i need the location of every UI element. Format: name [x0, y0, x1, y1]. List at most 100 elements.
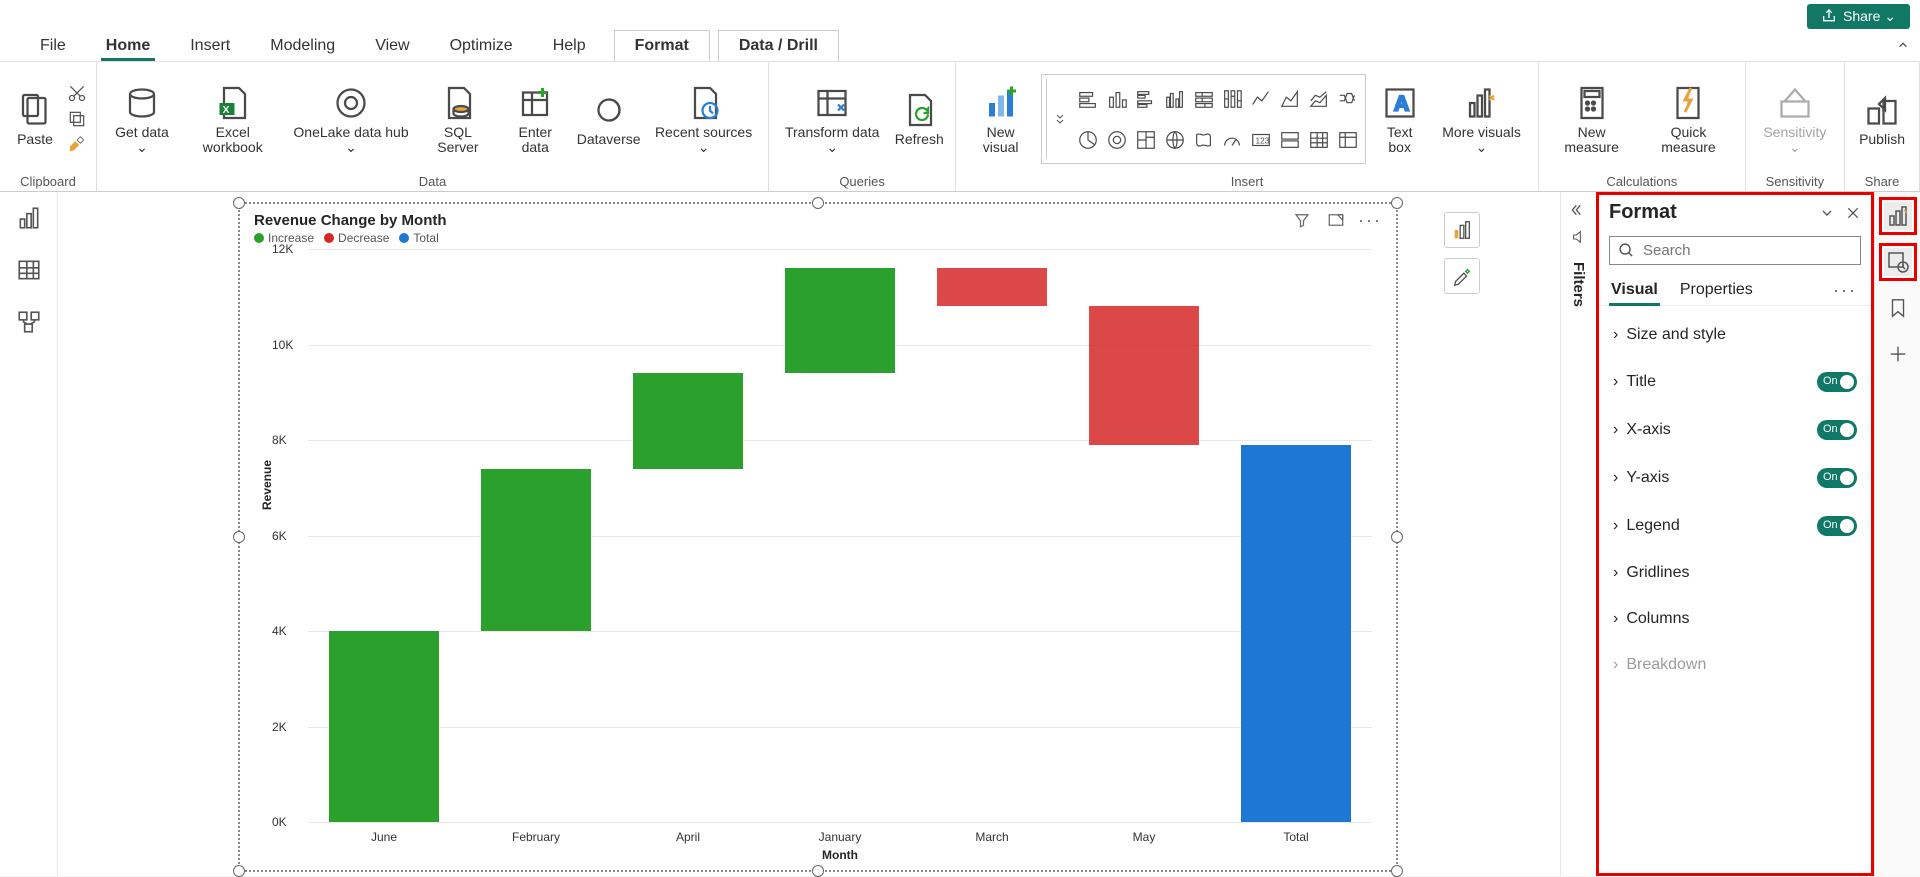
viz-stacked-column-icon[interactable]: [1104, 79, 1131, 118]
viz-100-stacked-bar-icon[interactable]: [1190, 79, 1217, 118]
sensitivity-icon: [1775, 83, 1815, 123]
new-visual-button[interactable]: New visual: [964, 79, 1037, 160]
section-y-axis[interactable]: ›Y-axisOn: [1599, 454, 1871, 502]
format-tabs-more-icon[interactable]: ···: [1833, 280, 1861, 301]
quick-measure-button[interactable]: Quick measure: [1640, 79, 1736, 160]
viz-card-icon[interactable]: 123: [1248, 120, 1275, 159]
viz-gallery-more-icon[interactable]: [1046, 79, 1073, 159]
sql-server-button[interactable]: SQL Server: [419, 79, 496, 160]
tab-data-drill-context[interactable]: Data / Drill: [718, 30, 839, 61]
section-legend[interactable]: ›LegendOn: [1599, 502, 1871, 550]
dataverse-button[interactable]: Dataverse: [574, 86, 643, 151]
right-rail: [1874, 192, 1920, 876]
new-measure-button[interactable]: New measure: [1547, 79, 1636, 160]
visual-more-options-icon[interactable]: ···: [1360, 210, 1380, 230]
tab-file[interactable]: File: [20, 31, 86, 61]
viz-ribbon-icon[interactable]: [1334, 79, 1361, 118]
chart-plot-area: Revenue Month 0K2K4K6K8K10K12KJuneFebrua…: [308, 249, 1372, 822]
tab-optimize[interactable]: Optimize: [430, 31, 533, 61]
model-view-icon[interactable]: [15, 308, 43, 336]
refresh-button[interactable]: Refresh: [891, 86, 947, 151]
viz-stacked-bar-icon[interactable]: [1075, 79, 1102, 118]
format-pane-expand-icon[interactable]: [1819, 205, 1835, 221]
format-pane-close-icon[interactable]: [1845, 205, 1861, 221]
x-axis-label: Month: [822, 848, 858, 862]
get-data-button[interactable]: Get data ⌄: [105, 79, 179, 160]
viz-gauge-icon[interactable]: [1219, 120, 1246, 159]
tab-insert[interactable]: Insert: [170, 31, 250, 61]
text-box-button[interactable]: AText box: [1370, 79, 1429, 160]
cut-icon[interactable]: [66, 82, 88, 104]
tab-modeling[interactable]: Modeling: [250, 31, 355, 61]
format-search-input[interactable]: [1643, 242, 1852, 259]
chevron-right-icon: ›: [1613, 326, 1618, 344]
viz-area-icon[interactable]: [1277, 79, 1304, 118]
chevron-right-icon: ›: [1613, 373, 1618, 391]
chevron-right-icon: ›: [1613, 517, 1618, 535]
viz-clustered-column-icon[interactable]: [1161, 79, 1188, 118]
legend-toggle[interactable]: On: [1817, 516, 1857, 536]
enter-data-button[interactable]: Enter data: [500, 79, 570, 160]
collapse-ribbon-icon[interactable]: [1896, 38, 1910, 55]
viz-stacked-area-icon[interactable]: [1306, 79, 1333, 118]
clipboard-group-label: Clipboard: [8, 172, 88, 191]
refresh-icon: [899, 90, 939, 130]
viz-100-stacked-column-icon[interactable]: [1219, 79, 1246, 118]
viz-filled-map-icon[interactable]: [1190, 120, 1217, 159]
bookmarks-pane-icon[interactable]: [1884, 294, 1912, 322]
recent-sources-button[interactable]: Recent sources ⌄: [647, 79, 760, 160]
onelake-button[interactable]: OneLake data hub ⌄: [287, 79, 416, 160]
excel-workbook-button[interactable]: XExcel workbook: [183, 79, 283, 160]
canvas[interactable]: ··· Revenue Change by Month IncreaseDecr…: [58, 192, 1560, 876]
report-view-icon[interactable]: [15, 204, 43, 232]
dataverse-icon: [589, 90, 629, 130]
section-columns[interactable]: ›Columns: [1599, 596, 1871, 642]
search-icon: [1618, 242, 1635, 259]
tab-help[interactable]: Help: [533, 31, 606, 61]
viz-clustered-bar-icon[interactable]: [1133, 79, 1160, 118]
queries-group-label: Queries: [777, 172, 947, 191]
visualizations-pane-icon[interactable]: [1884, 202, 1912, 230]
focus-mode-icon[interactable]: [1326, 210, 1346, 230]
format-tab-visual[interactable]: Visual: [1609, 275, 1660, 305]
tab-format-context[interactable]: Format: [614, 30, 710, 61]
viz-matrix-icon[interactable]: [1334, 120, 1361, 159]
viz-treemap-icon[interactable]: [1133, 120, 1160, 159]
visual-container[interactable]: ··· Revenue Change by Month IncreaseDecr…: [238, 202, 1398, 872]
excel-icon: X: [213, 83, 253, 123]
viz-donut-icon[interactable]: [1104, 120, 1131, 159]
transform-data-button[interactable]: Transform data ⌄: [777, 79, 887, 160]
viz-pie-icon[interactable]: [1075, 120, 1102, 159]
section-gridlines[interactable]: ›Gridlines: [1599, 550, 1871, 596]
section-x-axis[interactable]: ›X-axisOn: [1599, 406, 1871, 454]
viz-line-icon[interactable]: [1248, 79, 1275, 118]
data-view-icon[interactable]: [15, 256, 43, 284]
insert-group-label: Insert: [964, 172, 1530, 191]
title-toggle[interactable]: On: [1817, 372, 1857, 392]
share-button[interactable]: Share ⌄: [1807, 4, 1910, 29]
viz-table-icon[interactable]: [1306, 120, 1333, 159]
paste-button[interactable]: Paste: [8, 86, 62, 151]
data-pane-icon[interactable]: [1884, 248, 1912, 276]
filters-speaker-icon[interactable]: [1571, 229, 1587, 248]
section-title[interactable]: ›TitleOn: [1599, 358, 1871, 406]
format-overlay-icon[interactable]: [1444, 258, 1480, 294]
xaxis-toggle[interactable]: On: [1817, 420, 1857, 440]
format-search-box[interactable]: [1609, 236, 1861, 265]
calculator-icon: [1572, 83, 1612, 123]
publish-button[interactable]: Publish: [1853, 86, 1911, 151]
more-visuals-button[interactable]: More visuals ⌄: [1433, 79, 1530, 160]
viz-map-icon[interactable]: [1161, 120, 1188, 159]
yaxis-toggle[interactable]: On: [1817, 468, 1857, 488]
format-tab-properties[interactable]: Properties: [1678, 275, 1755, 305]
visual-filter-icon[interactable]: [1292, 210, 1312, 230]
add-pane-icon[interactable]: [1884, 340, 1912, 368]
section-size-style[interactable]: ›Size and style: [1599, 312, 1871, 358]
expand-filters-icon[interactable]: [1571, 202, 1587, 221]
tab-view[interactable]: View: [355, 31, 429, 61]
viz-multi-row-card-icon[interactable]: [1277, 120, 1304, 159]
format-painter-icon[interactable]: [66, 134, 88, 156]
fields-overlay-icon[interactable]: [1444, 212, 1480, 248]
tab-home[interactable]: Home: [86, 31, 170, 61]
copy-icon[interactable]: [66, 108, 88, 130]
